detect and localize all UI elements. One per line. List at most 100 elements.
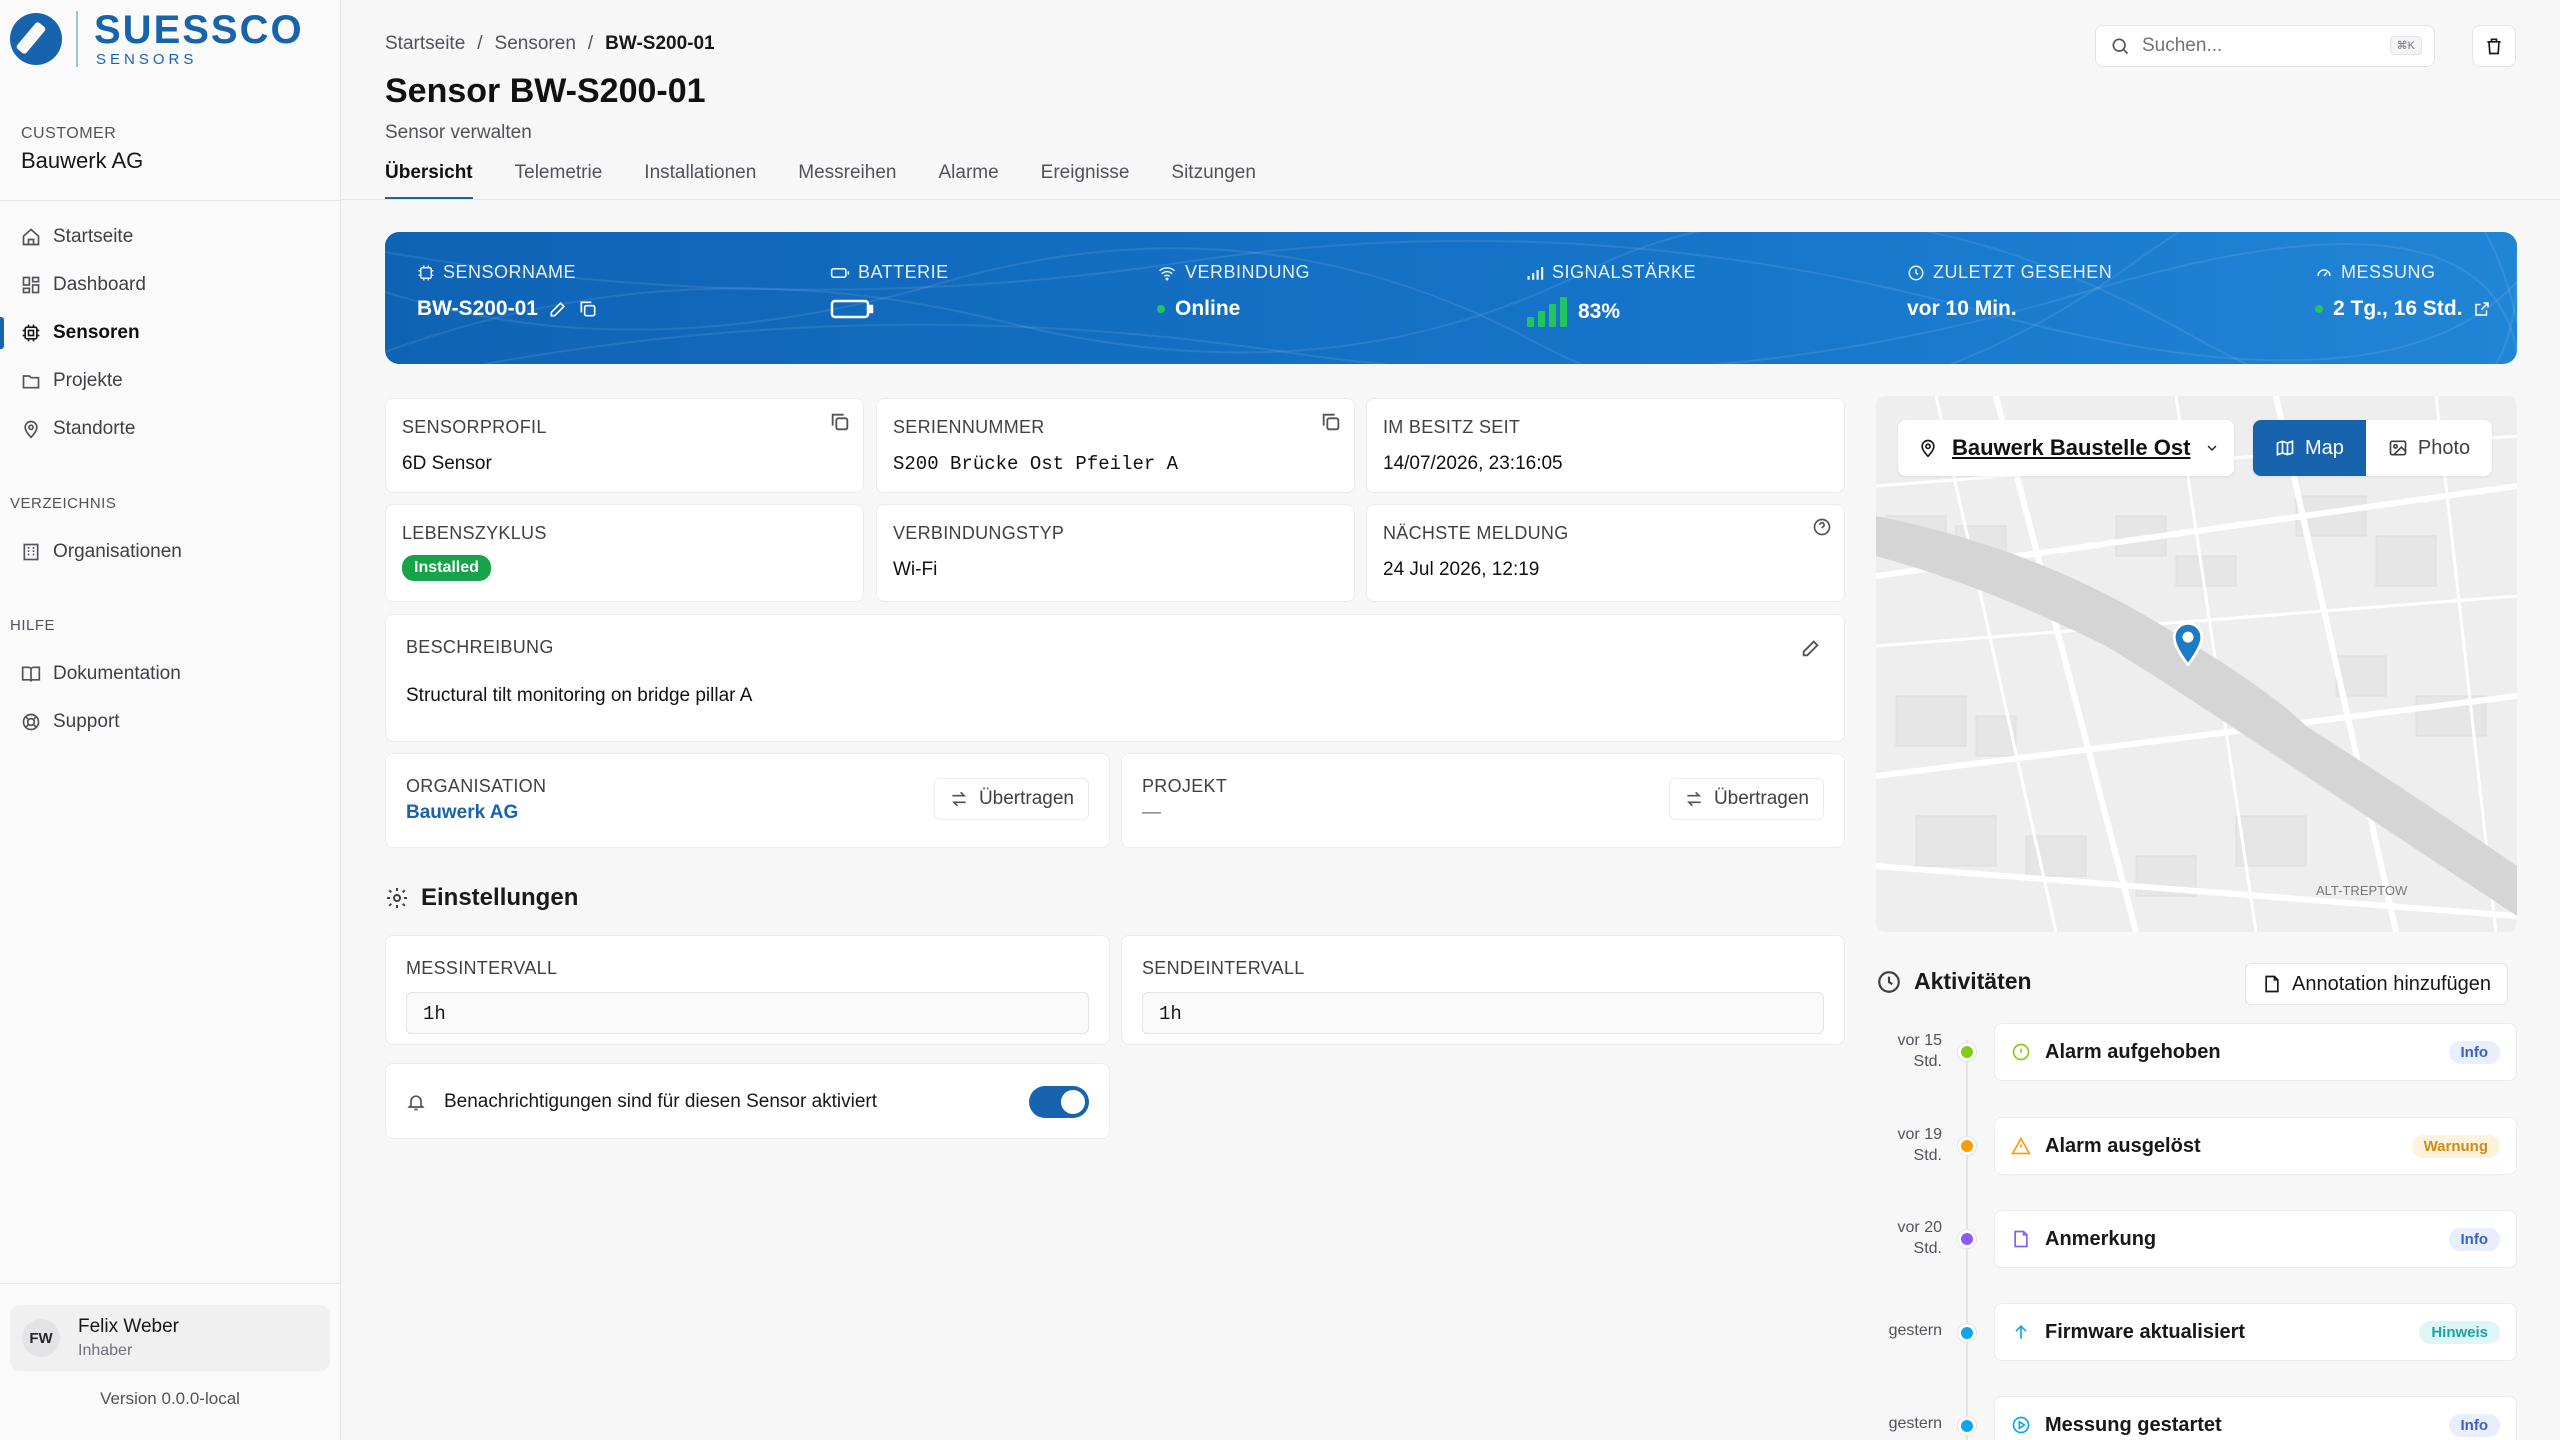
activity-item[interactable]: Anmerkung Info xyxy=(1994,1210,2517,1268)
transfer-organisation-button[interactable]: Übertragen xyxy=(933,778,1089,820)
copy-icon[interactable] xyxy=(829,411,851,433)
activity-title: Firmware aktualisiert xyxy=(2045,1320,2246,1343)
activity-title: Anmerkung xyxy=(2045,1227,2157,1250)
tab-installationen[interactable]: Installationen xyxy=(644,162,756,200)
building-icon xyxy=(23,543,39,561)
organisation-link[interactable]: Bauwerk AG xyxy=(406,802,518,824)
add-annotation-button[interactable]: Annotation hinzufügen xyxy=(2245,963,2509,1005)
sidebar-item-support[interactable]: Support xyxy=(0,698,340,746)
sidebar-item-dokumentation[interactable]: Dokumentation xyxy=(0,650,340,698)
online-dot xyxy=(1157,305,1165,313)
chip-icon xyxy=(22,324,40,342)
activity-item[interactable]: Alarm aufgehoben Info xyxy=(1994,1023,2517,1081)
edit-name-icon[interactable] xyxy=(548,299,568,319)
tab-ereignisse[interactable]: Ereignisse xyxy=(1041,162,1130,200)
transfer-project-button[interactable]: Übertragen xyxy=(1668,778,1824,820)
battery-icon xyxy=(830,299,874,319)
app-version: Version 0.0.0-local xyxy=(100,1389,240,1408)
copy-name-icon[interactable] xyxy=(578,299,598,319)
copy-icon[interactable] xyxy=(1320,411,1342,433)
gauge-icon xyxy=(2317,268,2331,276)
sensor-name-value: BW-S200-01 xyxy=(417,297,538,320)
image-icon xyxy=(2389,440,2407,456)
sidebar-item-label: Sensoren xyxy=(53,322,140,343)
timeline-dot xyxy=(1958,1043,1976,1061)
tab-uebersicht[interactable]: Übersicht xyxy=(385,162,473,200)
photo-view-button[interactable]: Photo xyxy=(2366,420,2492,476)
map-marker-icon[interactable] xyxy=(2171,622,2205,666)
timeline-dot xyxy=(1958,1230,1976,1248)
customer-name[interactable]: Bauwerk AG xyxy=(21,148,143,174)
map-view-button[interactable]: Map xyxy=(2253,420,2366,476)
chevron-down-icon xyxy=(2207,445,2217,451)
breadcrumb-sensoren[interactable]: Sensoren xyxy=(495,33,576,55)
card-beschreibung: BESCHREIBUNG Structural tilt monitoring … xyxy=(385,614,1845,742)
activity-time: gestern xyxy=(1888,1415,1942,1432)
project-value: — xyxy=(1142,802,1161,823)
activity-badge: Warnung xyxy=(2411,1134,2500,1158)
battery-small-icon xyxy=(830,267,850,278)
brand-logo[interactable]: SUESSCO SENSORS xyxy=(10,10,304,67)
activities-heading: Aktivitäten xyxy=(1876,968,2032,995)
signal-small-icon xyxy=(1527,266,1544,280)
edit-description-icon[interactable] xyxy=(1800,637,1822,659)
location-select[interactable]: Bauwerk Baustelle Ost xyxy=(1898,420,2234,476)
breadcrumb: Startseite / Sensoren / BW-S200-01 xyxy=(385,33,715,55)
nav-section-verzeichnis: VERZEICHNIS xyxy=(10,495,117,512)
activity-badge: Info xyxy=(2448,1227,2500,1251)
app-root: SUESSCO SENSORS CUSTOMER Bauwerk AG Star… xyxy=(0,0,2560,1440)
sidebar: SUESSCO SENSORS CUSTOMER Bauwerk AG Star… xyxy=(0,0,341,1440)
sidebar-item-standorte[interactable]: Standorte xyxy=(0,405,340,453)
activity-time: vor 20 Std. xyxy=(1897,1219,1942,1257)
card-messintervall: MESSINTERVALL 1h xyxy=(385,935,1110,1045)
measurement-dot xyxy=(2315,305,2323,313)
banner-sensorname: SENSORNAME BW-S200-01 xyxy=(417,262,598,321)
tab-telemetrie[interactable]: Telemetrie xyxy=(515,162,603,200)
logo-divider xyxy=(76,10,78,67)
sidebar-item-organisationen[interactable]: Organisationen xyxy=(0,528,340,576)
location-name: Bauwerk Baustelle Ost xyxy=(1952,435,2191,460)
sidebar-footer-divider xyxy=(0,1283,340,1284)
tab-messreihen[interactable]: Messreihen xyxy=(798,162,896,200)
activity-badge: Info xyxy=(2448,1413,2500,1437)
sensor-profile-value: 6D Sensor xyxy=(402,453,492,474)
measurement-value: 2 Tg., 16 Std. xyxy=(2333,297,2463,320)
logo-mark-icon xyxy=(10,12,62,65)
timeline-dot xyxy=(1958,1324,1976,1342)
transfer-icon xyxy=(1686,791,1701,807)
activity-title: Alarm aufgehoben xyxy=(2045,1040,2221,1063)
sidebar-item-label: Projekte xyxy=(53,370,123,391)
sidebar-item-dashboard[interactable]: Dashboard xyxy=(0,261,340,309)
measurement-interval-input[interactable]: 1h xyxy=(406,992,1089,1034)
bell-icon xyxy=(407,1095,425,1111)
tab-sitzungen[interactable]: Sitzungen xyxy=(1171,162,1256,200)
notifications-toggle[interactable] xyxy=(1029,1086,1089,1118)
home-icon xyxy=(22,228,40,246)
activity-item[interactable]: Messung gestartet Info xyxy=(1994,1396,2517,1440)
connection-type-value: Wi-Fi xyxy=(893,559,938,580)
send-interval-input[interactable]: 1h xyxy=(1142,992,1824,1034)
map-district-label: ALT-TREPTOW xyxy=(2316,883,2408,898)
card-naechste-meldung: NÄCHSTE MELDUNG 24 Jul 2026, 12:19 xyxy=(1366,504,1845,602)
warning-icon xyxy=(2011,1136,2031,1155)
sidebar-item-projekte[interactable]: Projekte xyxy=(0,357,340,405)
sidebar-item-label: Standorte xyxy=(53,418,136,439)
external-link-icon[interactable] xyxy=(2473,300,2491,318)
location-map[interactable]: ALT-TREPTOW Bauwerk Baustelle Ost Map Ph… xyxy=(1876,396,2517,932)
tab-alarme[interactable]: Alarme xyxy=(938,162,998,200)
user-menu[interactable]: FW Felix Weber Inhaber xyxy=(10,1305,330,1371)
breadcrumb-home[interactable]: Startseite xyxy=(385,33,465,55)
activity-badge: Hinweis xyxy=(2419,1320,2500,1344)
directory-nav: Organisationen xyxy=(0,528,340,576)
activity-item[interactable]: Firmware aktualisiert Hinweis xyxy=(1994,1303,2517,1361)
folder-icon xyxy=(22,375,40,389)
card-sendeintervall: SENDEINTERVALL 1h xyxy=(1121,935,1845,1045)
activity-item[interactable]: Alarm ausgelöst Warnung xyxy=(1994,1117,2517,1175)
help-circle-icon[interactable] xyxy=(1812,517,1832,537)
lifecycle-badge: Installed xyxy=(402,555,491,581)
delete-sensor-button[interactable] xyxy=(2472,25,2516,67)
lifebuoy-icon xyxy=(22,713,40,731)
search-input[interactable]: Suchen... ⌘K xyxy=(2095,25,2435,67)
sidebar-item-sensoren[interactable]: Sensoren xyxy=(0,309,340,357)
sidebar-item-startseite[interactable]: Startseite xyxy=(0,213,340,261)
